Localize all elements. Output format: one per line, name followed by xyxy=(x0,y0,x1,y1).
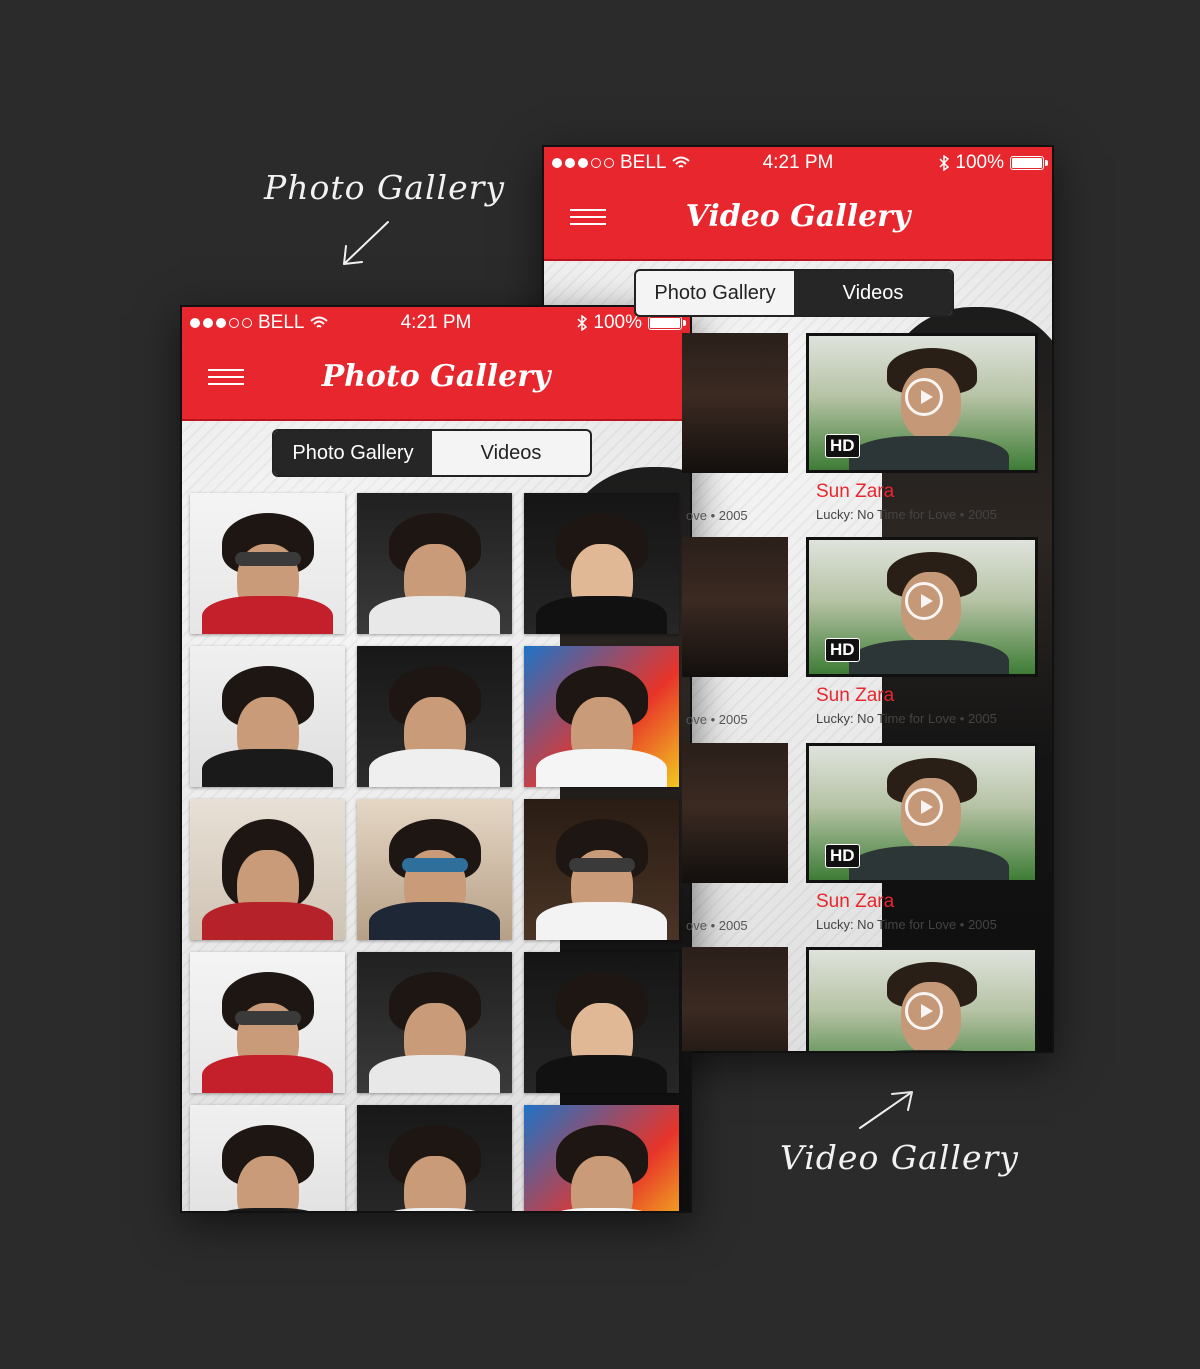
video-thumbnail[interactable]: HD xyxy=(806,537,1038,677)
battery-icon xyxy=(648,316,686,330)
video-row[interactable] xyxy=(544,947,1052,1051)
nav-bar: Video Gallery xyxy=(544,179,1052,261)
video-thumbnail[interactable]: HD xyxy=(806,743,1038,883)
video-thumbnail-partial[interactable] xyxy=(682,743,788,883)
tab-photo-gallery[interactable]: Photo Gallery xyxy=(636,271,794,315)
photo-thumbnail[interactable] xyxy=(190,493,345,634)
video-meta: Lucky: No Time for Love • 2005 xyxy=(816,711,997,726)
hd-badge: HD xyxy=(825,638,860,662)
photo-thumbnail[interactable] xyxy=(524,1105,679,1211)
battery-percent: 100% xyxy=(593,312,642,333)
photo-thumbnail[interactable] xyxy=(357,493,512,634)
photo-thumbnail[interactable] xyxy=(190,1105,345,1211)
tab-videos[interactable]: Videos xyxy=(794,271,952,315)
video-thumbnail-partial[interactable] xyxy=(682,947,788,1051)
video-row[interactable]: ove • 2005 HD Sun Zara Lucky: No Time fo… xyxy=(544,537,1052,742)
play-icon[interactable] xyxy=(905,788,943,826)
video-meta-partial: ove • 2005 xyxy=(686,712,748,727)
bluetooth-icon xyxy=(939,155,950,171)
video-gallery-screen: BELL 4:21 PM 100% Video Gallery Photo Ga… xyxy=(542,145,1054,1053)
page-title: Video Gallery xyxy=(685,199,911,234)
play-icon[interactable] xyxy=(905,992,943,1030)
battery-icon xyxy=(1010,156,1048,170)
gallery-segmented-control: Photo Gallery Videos xyxy=(634,269,954,317)
hd-badge: HD xyxy=(825,844,860,868)
video-thumbnail-partial[interactable] xyxy=(682,333,788,473)
photo-thumbnail[interactable] xyxy=(357,799,512,940)
arrow-up-right-icon xyxy=(859,1091,913,1129)
video-title[interactable]: Sun Zara xyxy=(816,481,894,503)
photo-thumbnail[interactable] xyxy=(357,646,512,787)
video-row[interactable]: ove • 2005 HD Sun Zara Lucky: No Time fo… xyxy=(544,743,1052,948)
video-meta-partial: ove • 2005 xyxy=(686,508,748,523)
video-list: ove • 2005 HD Sun Zara Lucky: No Time fo… xyxy=(544,333,1052,1051)
photo-gallery-caption: Photo Gallery xyxy=(264,168,506,207)
photo-thumbnail[interactable] xyxy=(190,799,345,940)
video-title[interactable]: Sun Zara xyxy=(816,891,894,913)
video-meta: Lucky: No Time for Love • 2005 xyxy=(816,917,997,932)
video-title[interactable]: Sun Zara xyxy=(816,685,894,707)
battery-percent: 100% xyxy=(955,152,1004,173)
video-meta: Lucky: No Time for Love • 2005 xyxy=(816,507,997,522)
bluetooth-icon xyxy=(577,315,588,331)
photo-thumbnail[interactable] xyxy=(190,646,345,787)
photo-thumbnail[interactable] xyxy=(357,1105,512,1211)
video-thumbnail-partial[interactable] xyxy=(682,537,788,677)
play-icon[interactable] xyxy=(905,582,943,620)
play-icon[interactable] xyxy=(905,378,943,416)
video-meta-partial: ove • 2005 xyxy=(686,918,748,933)
video-gallery-caption: Video Gallery xyxy=(780,1138,1019,1177)
status-bar: BELL 4:21 PM 100% xyxy=(544,147,1052,179)
video-thumbnail[interactable]: HD xyxy=(806,333,1038,473)
photo-thumbnail[interactable] xyxy=(357,952,512,1093)
video-row[interactable]: ove • 2005 HD Sun Zara Lucky: No Time fo… xyxy=(544,333,1052,538)
arrow-down-left-icon xyxy=(343,221,389,265)
photo-thumbnail[interactable] xyxy=(190,952,345,1093)
tab-photo-gallery[interactable]: Photo Gallery xyxy=(274,431,432,475)
video-thumbnail[interactable] xyxy=(806,947,1038,1051)
hd-badge: HD xyxy=(825,434,860,458)
